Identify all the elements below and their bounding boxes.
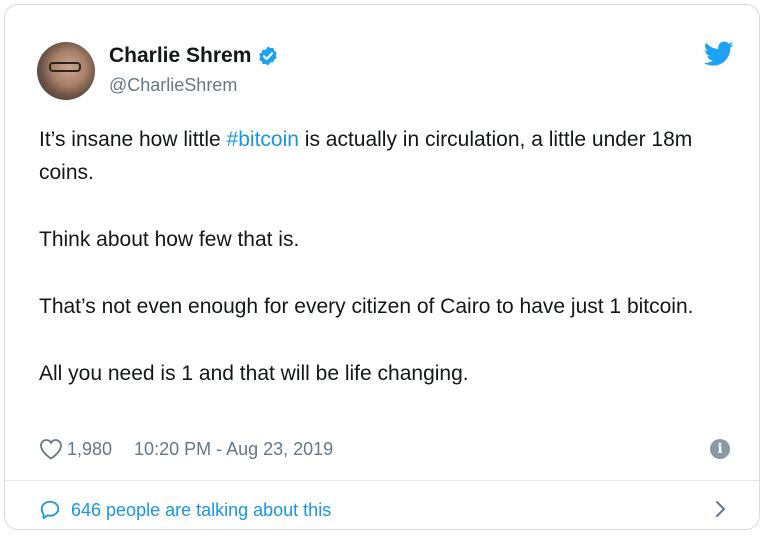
hashtag-link[interactable]: #bitcoin [227,128,299,151]
tweet-text: It’s insane how little #bitcoin is actua… [39,123,739,424]
conversation-link[interactable]: 646 people are talking about this [39,497,331,523]
talking-text[interactable]: 646 people are talking about this [71,500,331,521]
tweet-paragraph-4: All you need is 1 and that will be life … [39,362,469,385]
tweet-timestamp[interactable]: 10:20 PM - Aug 23, 2019 [134,439,333,460]
divider [5,480,759,481]
author-name[interactable]: Charlie Shrem [109,44,251,68]
tweet-paragraph-2: Think about how few that is. [39,228,300,251]
avatar-glasses [49,62,81,72]
like-count[interactable]: 1,980 [67,439,112,460]
author-name-row[interactable]: Charlie Shrem [109,43,279,69]
chevron-right-icon[interactable] [712,498,728,520]
heart-icon[interactable] [39,438,63,460]
tweet-card: Charlie Shrem @CharlieShrem It’s insane … [4,4,760,530]
tweet-paragraph-3: That’s not even enough for every citizen… [39,295,694,318]
avatar[interactable] [37,42,95,100]
speech-bubble-icon [40,500,60,520]
tweet-text-segment: It’s insane how little [39,128,227,151]
tweet-paragraph-1: It’s insane how little #bitcoin is actua… [39,123,739,189]
verified-badge-icon [259,46,278,66]
tweet-meta-row: 1,980 10:20 PM - Aug 23, 2019 [39,437,333,461]
author-handle[interactable]: @CharlieShrem [109,75,237,96]
info-icon[interactable]: i [710,439,730,459]
twitter-bird-icon[interactable] [704,41,734,67]
